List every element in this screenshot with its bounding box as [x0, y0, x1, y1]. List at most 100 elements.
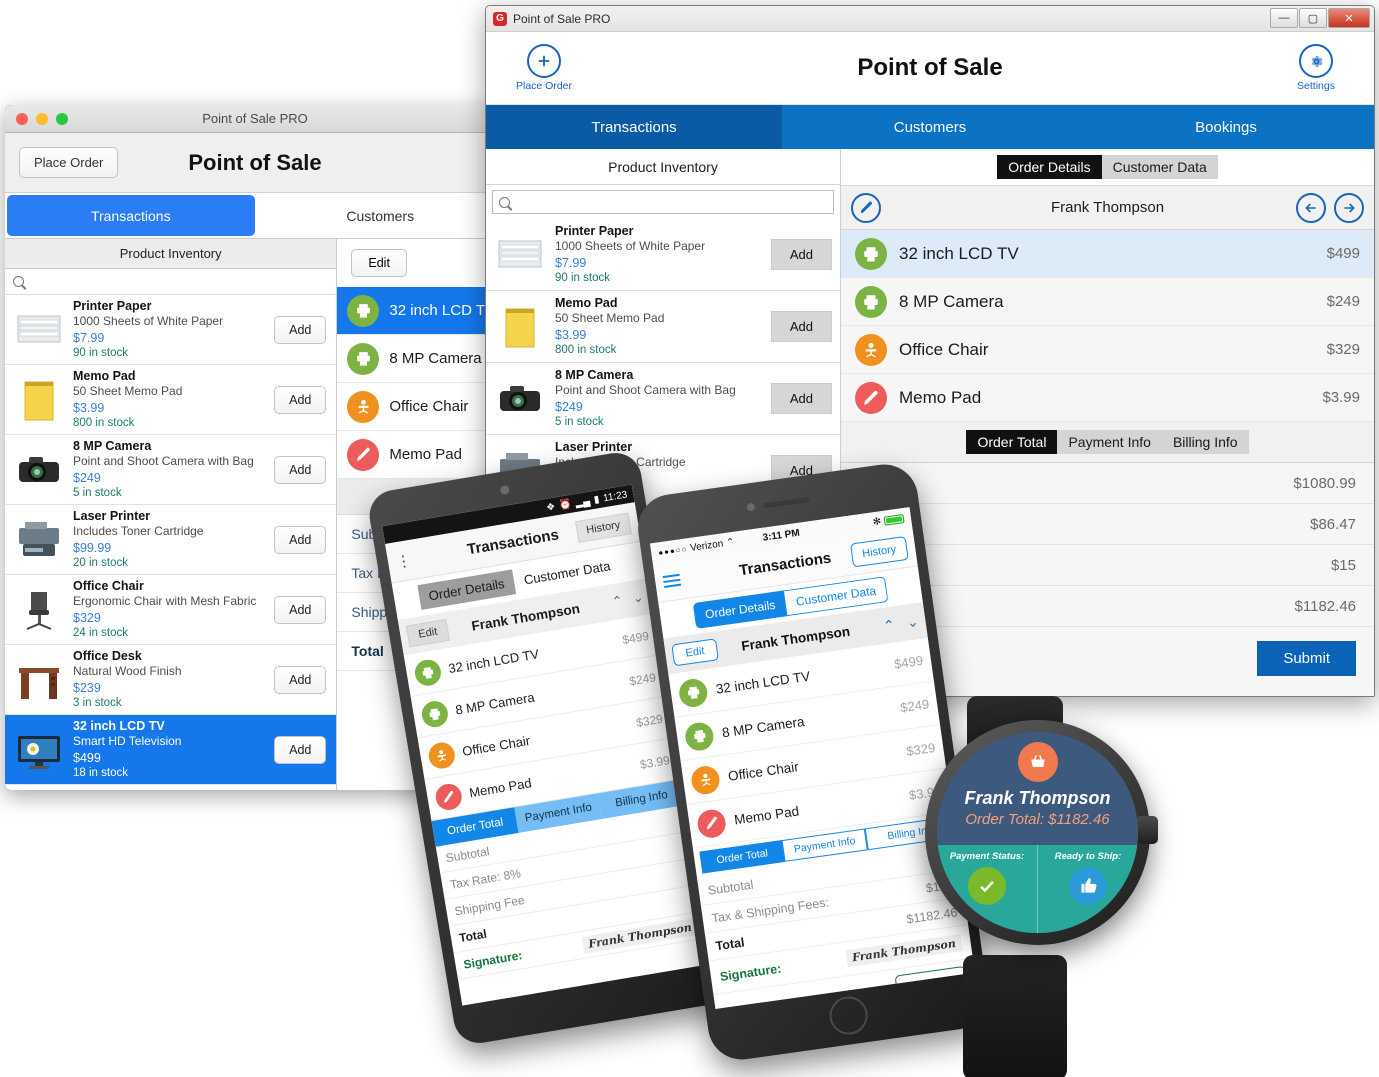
tab-transactions[interactable]: Transactions [7, 195, 255, 236]
home-button[interactable] [827, 994, 871, 1037]
close-button[interactable]: ✕ [1328, 8, 1370, 28]
product-name: Office Chair [73, 579, 144, 594]
edit-button[interactable]: Edit [671, 638, 719, 667]
list-item[interactable]: Memo Pad 50 Sheet Memo Pad $3.99 800 in … [486, 291, 840, 363]
payment-status-label: Payment Status: [949, 850, 1025, 862]
add-button[interactable]: Add [274, 735, 327, 764]
minimize-button[interactable]: — [1270, 8, 1298, 28]
add-button[interactable]: Add [770, 311, 832, 342]
chevron-down-icon[interactable]: ⌄ [906, 613, 920, 631]
arrow-left-icon[interactable] [1296, 192, 1326, 223]
app-logo-icon [493, 11, 507, 26]
order-item-name: 32 inch LCD TV [899, 243, 1019, 263]
list-item[interactable]: Office Desk Natural Wood Finish $239 3 i… [5, 645, 337, 715]
list-item[interactable]: 8 MP Camera Point and Shoot Camera with … [486, 363, 840, 435]
inventory-list[interactable]: Printer Paper 1000 Sheets of White Paper… [5, 295, 337, 790]
place-order-button[interactable]: Place Order [504, 44, 584, 92]
edit-button[interactable]: Edit [405, 618, 450, 648]
product-stock: 18 in stock [73, 766, 128, 779]
segment-billing-info[interactable]: Billing Info [1162, 430, 1249, 454]
product-name: Memo Pad [555, 296, 618, 311]
thumbs-up-icon[interactable] [1069, 866, 1107, 905]
segment-customer-data[interactable]: Customer Data [1102, 155, 1218, 179]
list-item[interactable]: Printer Paper 1000 Sheets of White Paper… [486, 219, 840, 291]
history-button[interactable]: History [574, 511, 632, 543]
order-item-name: 32 inch LCD TV [389, 302, 495, 319]
add-button[interactable]: Add [274, 455, 327, 484]
list-item[interactable]: Printer Paper 1000 Sheets of White Paper… [5, 295, 337, 365]
add-button[interactable]: Add [274, 315, 327, 344]
chair-icon [13, 584, 65, 636]
tab-customers[interactable]: Customers [257, 193, 505, 238]
order-row[interactable]: 8 MP Camera $249 [841, 278, 1374, 326]
list-item-info: Office Desk Natural Wood Finish $239 3 i… [73, 648, 266, 710]
segment-order-total[interactable]: Order Total [966, 430, 1058, 454]
watch-band-bottom [963, 955, 1067, 1077]
add-button[interactable]: Add [274, 385, 327, 414]
pencil-icon[interactable] [851, 192, 881, 223]
submit-button[interactable]: Submit [1257, 641, 1356, 676]
tab-bookings[interactable]: Bookings [1078, 105, 1374, 149]
overflow-menu-icon[interactable]: ⋮ [395, 551, 413, 571]
add-button[interactable]: Add [274, 595, 327, 624]
list-item[interactable]: Memo Pad 50 Sheet Memo Pad $3.99 800 in … [5, 365, 337, 435]
shopping-basket-icon [1017, 742, 1058, 782]
chevron-up-icon[interactable]: ⌃ [882, 616, 896, 634]
product-stock: 5 in stock [73, 486, 122, 499]
arrow-right-icon[interactable] [1334, 192, 1364, 223]
search-icon [499, 196, 510, 208]
maximize-button[interactable]: ▢ [1299, 8, 1327, 28]
order-row[interactable]: Memo Pad $3.99 [841, 374, 1374, 422]
list-item-info: 8 MP Camera Point and Shoot Camera with … [555, 367, 762, 429]
order-row[interactable]: Memo Pad [337, 431, 505, 479]
order-row[interactable]: 32 inch LCD TV [337, 287, 505, 335]
order-item-price: $329 [1326, 341, 1360, 358]
mac-window-title: Point of Sale PRO [202, 111, 308, 126]
product-desc: 1000 Sheets of White Paper [73, 314, 224, 329]
order-row[interactable]: Office Chair $329 [841, 326, 1374, 374]
check-icon[interactable] [968, 866, 1006, 905]
list-item-info: Laser Printer Includes Toner Cartridge $… [73, 508, 266, 570]
add-button[interactable]: Add [770, 239, 832, 270]
order-row[interactable]: 8 MP Camera [337, 335, 505, 383]
printer-icon [677, 676, 709, 709]
chevron-up-icon[interactable]: ⌃ [611, 593, 624, 611]
tab-transactions[interactable]: Transactions [486, 105, 782, 149]
product-desc: Ergonomic Chair with Mesh Fabric [73, 594, 257, 609]
product-name: 32 inch LCD TV [73, 719, 165, 734]
product-name: Laser Printer [73, 509, 151, 524]
search-input[interactable] [492, 190, 834, 214]
product-desc: Smart HD Television [73, 734, 182, 749]
smartwatch-device: Frank Thompson Order Total: $1182.46 Pay… [905, 696, 1170, 1077]
hamburger-menu-icon[interactable] [662, 573, 682, 588]
front-camera-icon [746, 502, 756, 512]
signature-label: Signature: [462, 948, 524, 972]
inventory-list[interactable]: Printer Paper 1000 Sheets of White Paper… [486, 219, 840, 507]
list-item[interactable]: Laser Printer Includes Toner Cartridge $… [5, 505, 337, 575]
memo-pad-icon [13, 374, 65, 426]
list-item-info: Memo Pad 50 Sheet Memo Pad $3.99 800 in … [555, 295, 762, 357]
mac-titlebar: Point of Sale PRO [5, 105, 505, 133]
order-row[interactable]: Office Chair [337, 383, 505, 431]
tab-customers[interactable]: Customers [782, 105, 1078, 149]
segment-payment-info[interactable]: Payment Info [1057, 430, 1162, 454]
search-input[interactable] [5, 269, 337, 295]
add-button[interactable]: Add [770, 383, 832, 414]
list-item[interactable]: Office Chair Ergonomic Chair with Mesh F… [5, 575, 337, 645]
watch-crown-button[interactable] [1136, 816, 1158, 844]
add-button[interactable]: Add [274, 665, 327, 694]
product-name: Office Desk [73, 649, 142, 664]
settings-button[interactable]: Settings [1276, 44, 1356, 92]
product-stock: 5 in stock [555, 415, 604, 428]
order-row[interactable]: 32 inch LCD TV $499 [841, 230, 1374, 278]
history-button[interactable]: History [849, 535, 909, 568]
list-item-selected[interactable]: 32 inch LCD TV Smart HD Television $499 … [5, 715, 337, 785]
list-item[interactable]: 8 MP Camera Point and Shoot Camera with … [5, 435, 337, 505]
segment-order-details[interactable]: Order Details [997, 155, 1102, 179]
add-button[interactable]: Add [274, 525, 327, 554]
totals-segment-control: Order Total Payment Info Billing Info [841, 422, 1374, 463]
place-order-button[interactable]: Place Order [19, 147, 119, 178]
order-item-name: Office Chair [389, 398, 469, 415]
chevron-down-icon[interactable]: ⌄ [631, 589, 644, 607]
edit-button[interactable]: Edit [351, 249, 407, 277]
